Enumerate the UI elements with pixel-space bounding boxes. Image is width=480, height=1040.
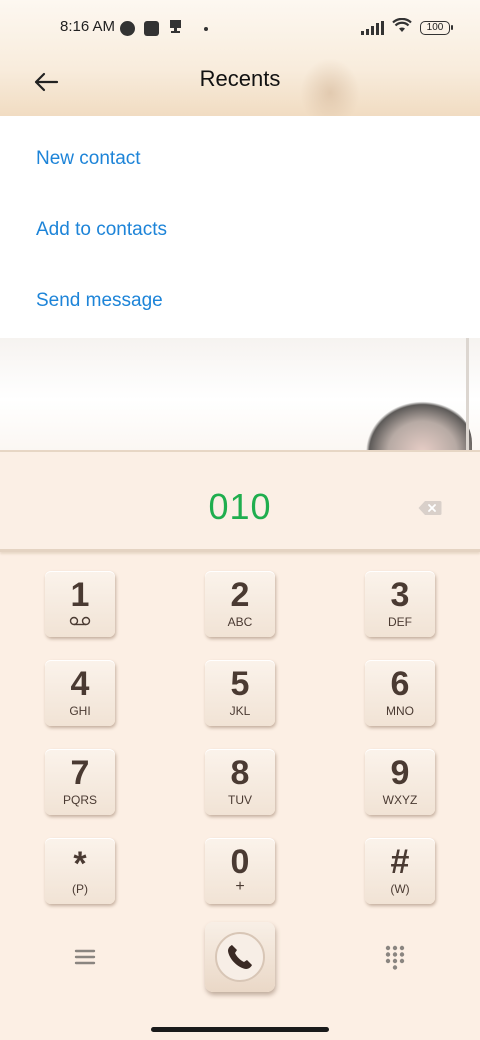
- backspace-icon: [418, 501, 442, 515]
- dialpad-icon: [385, 945, 405, 970]
- more-notifications-dot: [204, 26, 208, 31]
- battery-icon: 100: [420, 20, 453, 35]
- dialer-panel: 010 1 2 ABC 3 DEF 4 GHI 5 JKL 6 MNO 7 PQ…: [0, 450, 480, 1040]
- key-2-letters: ABC: [227, 615, 253, 629]
- voicemail-icon: [45, 615, 115, 630]
- dialed-number[interactable]: 010: [0, 486, 480, 528]
- key-4-digit: 4: [70, 665, 90, 703]
- add-to-contacts-link[interactable]: Add to contacts: [36, 219, 167, 241]
- key-9[interactable]: 9 WXYZ: [365, 749, 435, 815]
- key-5-digit: 5: [230, 665, 250, 703]
- key-9-letters: WXYZ: [382, 793, 418, 807]
- key-star[interactable]: * (P): [45, 838, 115, 904]
- number-actions: New contact Add to contacts Send message: [0, 116, 480, 338]
- key-5-letters: JKL: [229, 704, 251, 718]
- app-notification-icon: [144, 21, 159, 36]
- key-4-letters: GHI: [69, 704, 91, 718]
- new-contact-link[interactable]: New contact: [36, 148, 141, 170]
- key-hash-letters: (W): [390, 882, 410, 896]
- menu-button[interactable]: [72, 946, 98, 968]
- key-star-digit: *: [73, 845, 87, 883]
- background-illustration: [0, 338, 480, 450]
- wifi-icon: [392, 17, 412, 37]
- key-2[interactable]: 2 ABC: [205, 571, 275, 637]
- home-indicator[interactable]: [151, 1027, 329, 1032]
- key-6[interactable]: 6 MNO: [365, 660, 435, 726]
- dialpad-toggle-button[interactable]: [384, 944, 406, 970]
- key-hash-digit: #: [390, 843, 410, 881]
- cast-icon: [168, 19, 183, 38]
- top-area: 8:16 AM 100 Recents: [0, 0, 480, 116]
- call-button[interactable]: [205, 922, 275, 992]
- page-title: Recents: [199, 66, 281, 91]
- header: Recents: [0, 56, 480, 116]
- key-hash[interactable]: # (W): [365, 838, 435, 904]
- menu-icon: [74, 949, 96, 965]
- key-8-letters: TUV: [228, 793, 252, 807]
- key-1[interactable]: 1: [45, 571, 115, 637]
- key-6-digit: 6: [390, 665, 410, 703]
- status-bar: 8:16 AM 100: [0, 0, 480, 56]
- send-message-link[interactable]: Send message: [36, 290, 163, 312]
- status-system-icons: 100: [361, 17, 453, 37]
- key-7-letters: PQRS: [62, 793, 97, 807]
- data-saver-icon: [120, 21, 135, 36]
- key-3[interactable]: 3 DEF: [365, 571, 435, 637]
- key-2-digit: 2: [230, 576, 250, 614]
- key-7-digit: 7: [70, 754, 90, 792]
- key-3-letters: DEF: [388, 615, 412, 629]
- illustration-ear: [362, 398, 472, 450]
- key-9-digit: 9: [390, 754, 410, 792]
- signal-icon: [361, 20, 384, 35]
- key-4[interactable]: 4 GHI: [45, 660, 115, 726]
- key-0[interactable]: 0 +: [205, 838, 275, 904]
- key-3-digit: 3: [390, 576, 410, 614]
- key-star-letters: (P): [72, 882, 88, 896]
- dialed-number-row: 010: [0, 452, 480, 552]
- key-0-digit: 0: [230, 843, 250, 881]
- status-time: 8:16 AM: [60, 18, 116, 35]
- key-8[interactable]: 8 TUV: [205, 749, 275, 815]
- key-6-letters: MNO: [386, 704, 414, 718]
- key-0-letters: +: [235, 878, 245, 895]
- key-5[interactable]: 5 JKL: [205, 660, 275, 726]
- key-1-digit: 1: [70, 576, 90, 614]
- key-8-digit: 8: [230, 754, 250, 792]
- backspace-button[interactable]: [418, 500, 442, 516]
- status-notification-icons: [120, 19, 208, 38]
- phone-call-icon: [228, 945, 252, 969]
- key-7[interactable]: 7 PQRS: [45, 749, 115, 815]
